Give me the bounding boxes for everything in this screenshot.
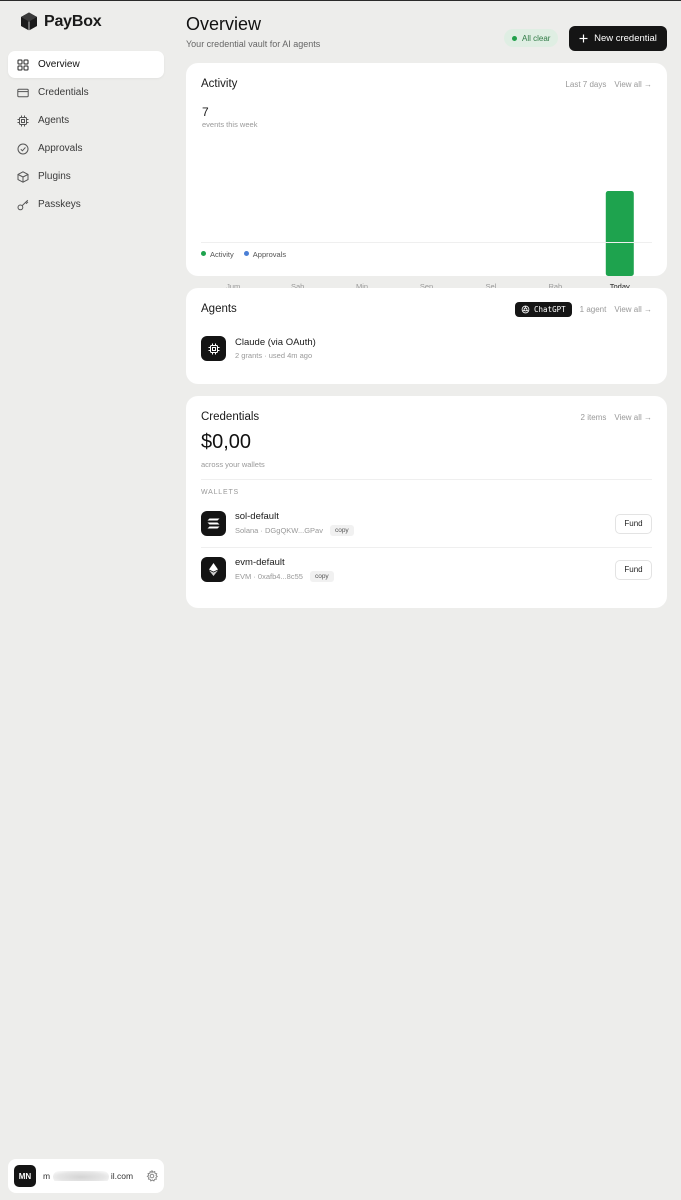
chip-label: ChatGPT	[534, 305, 566, 314]
credentials-card: Credentials 2 items View all → $0,00 acr…	[186, 396, 667, 608]
credentials-title: Credentials	[201, 411, 260, 423]
agents-count: 1 agent	[579, 305, 607, 314]
user-email-prefix: m	[43, 1171, 51, 1181]
sidebar-item-passkeys[interactable]: Passkeys	[8, 191, 164, 218]
wallet-info: sol-default Solana · DGgQKW...GPav copy	[235, 511, 615, 536]
wallet-name: sol-default	[235, 511, 279, 522]
activity-chart: Jum Sab Min Sen Sel Rab Today	[201, 123, 652, 298]
sidebar-item-approvals[interactable]: Approvals	[8, 135, 164, 162]
copy-button[interactable]: copy	[309, 571, 334, 582]
credentials-meta: 2 items View all →	[581, 413, 652, 422]
agent-avatar	[201, 336, 226, 361]
sidebar-item-overview[interactable]: Overview	[8, 51, 164, 78]
agent-name: Claude (via OAuth)	[235, 337, 316, 348]
fund-button[interactable]: Fund	[615, 559, 652, 580]
sidebar-item-agents[interactable]: Agents	[8, 107, 164, 134]
legend-label: Approvals	[252, 250, 287, 259]
activity-card: Activity Last 7 days View all → 7 events…	[186, 63, 667, 291]
legend-label: Activity	[210, 250, 234, 259]
email-redaction	[53, 1171, 109, 1181]
sidebar: PayBox Overview Credentials Agents Appro…	[0, 1, 176, 1200]
grid-icon	[17, 59, 29, 70]
key-icon	[17, 199, 29, 210]
legend-dot-approvals	[243, 251, 249, 256]
chip-icon	[17, 115, 29, 126]
wallet-avatar	[201, 511, 226, 536]
sidebar-item-label: Agents	[38, 115, 70, 126]
activity-bar-today[interactable]	[605, 191, 634, 276]
brand-name: PayBox	[44, 12, 102, 30]
wallet-address: EVM · 0xafb4...8c55	[235, 572, 303, 581]
wallet-balance: $0,00	[201, 431, 252, 453]
sidebar-item-plugins[interactable]: Plugins	[8, 163, 164, 190]
user-menu[interactable]: MN m il.com	[8, 1159, 164, 1193]
activity-view-all-link[interactable]: View all →	[614, 80, 652, 89]
new-credential-button[interactable]: New credential	[569, 26, 667, 51]
legend-item-activity: Activity	[201, 250, 234, 259]
agents-meta: ChatGPT 1 agent View all →	[515, 302, 652, 317]
user-email-suffix: il.com	[110, 1171, 134, 1181]
openai-icon	[521, 305, 530, 314]
activity-chart-svg: Jum Sab Min Sen Sel Rab Today	[226, 191, 634, 291]
gear-icon[interactable]	[146, 1170, 158, 1182]
sidebar-item-label: Plugins	[38, 171, 71, 182]
wallet-name: evm-default	[235, 557, 285, 568]
sidebar-nav: Overview Credentials Agents Approvals Pl…	[8, 51, 164, 219]
wallet-row-sol-default[interactable]: sol-default Solana · DGgQKW...GPav copy …	[201, 511, 652, 536]
activity-range[interactable]: Last 7 days	[565, 80, 606, 89]
page-title: Overview	[186, 14, 262, 34]
legend-item-approvals: Approvals	[243, 250, 287, 259]
wallet-address-line: Solana · DGgQKW...GPav copy	[235, 525, 615, 536]
copy-button[interactable]: copy	[329, 525, 354, 536]
plus-icon	[579, 34, 588, 43]
legend-dot-activity	[201, 251, 206, 256]
sidebar-item-label: Passkeys	[38, 199, 81, 210]
cube-icon	[17, 170, 29, 183]
wallet-avatar	[201, 557, 226, 582]
chip-icon	[208, 343, 219, 354]
agents-title: Agents	[201, 303, 237, 315]
sidebar-item-label: Overview	[38, 59, 80, 70]
wallet-address: Solana · DGgQKW...GPav	[235, 526, 323, 535]
wallet-balance-label: across your wallets	[201, 460, 265, 469]
credentials-view-all-link[interactable]: View all →	[614, 413, 652, 422]
wallet-info: evm-default EVM · 0xafb4...8c55 copy	[235, 557, 615, 582]
agents-card: Agents ChatGPT 1 agent View all → Claude…	[186, 288, 667, 384]
credentials-divider	[201, 479, 652, 480]
activity-divider	[201, 242, 652, 243]
event-count: 7	[202, 105, 209, 119]
paybox-logo-icon	[21, 12, 37, 31]
wallet-divider	[201, 547, 652, 548]
sidebar-item-label: Approvals	[38, 143, 83, 154]
card-icon	[17, 88, 29, 97]
credentials-count: 2 items	[580, 413, 607, 422]
wallet-row-evm-default[interactable]: evm-default EVM · 0xafb4...8c55 copy Fun…	[201, 557, 652, 582]
sidebar-item-label: Credentials	[38, 87, 89, 98]
status-badge: All clear	[504, 29, 559, 47]
page-subtitle: Your credential vault for AI agents	[186, 39, 321, 49]
agent-meta: 2 grants · used 4m ago	[235, 351, 313, 360]
wallet-address-line: EVM · 0xafb4...8c55 copy	[235, 571, 615, 582]
wallets-section-label: WALLETS	[201, 489, 240, 496]
chatgpt-chip[interactable]: ChatGPT	[515, 302, 572, 317]
fund-button[interactable]: Fund	[615, 513, 652, 534]
activity-title: Activity	[201, 78, 238, 90]
check-circle-icon	[17, 143, 29, 154]
solana-icon	[207, 518, 220, 529]
ethereum-icon	[209, 563, 218, 576]
new-credential-label: New credential	[594, 33, 657, 44]
agent-info: Claude (via OAuth) 2 grants · used 4m ag…	[235, 337, 652, 360]
chart-legend: Activity Approvals	[201, 250, 286, 259]
brand[interactable]: PayBox	[20, 12, 102, 31]
agents-view-all-link[interactable]: View all →	[614, 305, 652, 314]
sidebar-item-credentials[interactable]: Credentials	[8, 79, 164, 106]
avatar: MN	[14, 1165, 36, 1187]
list-item[interactable]: Claude (via OAuth) 2 grants · used 4m ag…	[201, 336, 652, 361]
activity-meta: Last 7 days View all →	[565, 80, 652, 89]
user-email: m il.com	[43, 1171, 139, 1181]
